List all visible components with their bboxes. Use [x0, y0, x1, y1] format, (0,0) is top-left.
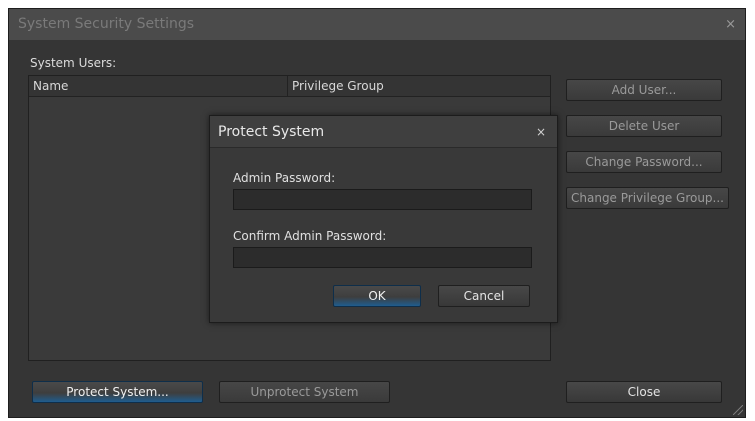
- resize-grip-icon[interactable]: [733, 405, 743, 415]
- dialog-title: Protect System: [218, 124, 325, 140]
- window-title: System Security Settings: [18, 16, 195, 32]
- protect-system-dialog: Protect System × Admin Password: Confirm…: [209, 115, 558, 323]
- change-privilege-group-button[interactable]: Change Privilege Group...: [566, 187, 729, 209]
- close-icon[interactable]: ×: [725, 17, 736, 32]
- change-password-button[interactable]: Change Password...: [566, 151, 722, 173]
- admin-password-label: Admin Password:: [233, 171, 336, 185]
- ok-button[interactable]: OK: [333, 285, 421, 307]
- window-titlebar[interactable]: System Security Settings ×: [9, 9, 745, 40]
- cancel-button[interactable]: Cancel: [438, 285, 530, 307]
- security-settings-window: System Security Settings × System Users:…: [8, 8, 746, 418]
- confirm-password-label: Confirm Admin Password:: [233, 229, 387, 243]
- table-header: Name Privilege Group: [29, 76, 550, 97]
- confirm-password-field[interactable]: [233, 247, 532, 268]
- column-divider[interactable]: [287, 76, 288, 97]
- dialog-close-icon[interactable]: ×: [536, 125, 546, 139]
- column-header-name[interactable]: Name: [33, 79, 68, 93]
- column-header-privilege-group[interactable]: Privilege Group: [292, 79, 384, 93]
- system-users-label: System Users:: [30, 56, 117, 70]
- admin-password-field[interactable]: [233, 189, 532, 210]
- add-user-button[interactable]: Add User...: [566, 79, 722, 101]
- unprotect-system-button[interactable]: Unprotect System: [219, 381, 390, 403]
- delete-user-button[interactable]: Delete User: [566, 115, 722, 137]
- protect-system-button[interactable]: Protect System...: [32, 381, 203, 403]
- dialog-titlebar[interactable]: Protect System ×: [210, 116, 557, 148]
- close-button[interactable]: Close: [566, 381, 722, 403]
